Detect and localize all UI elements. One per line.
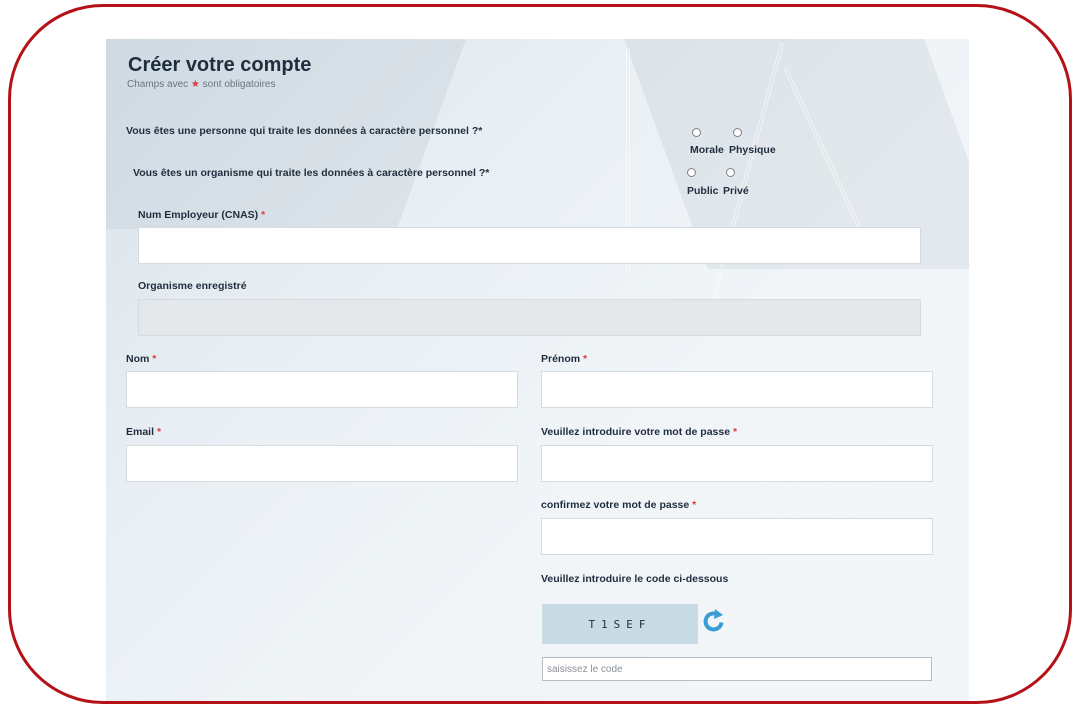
radio-prive[interactable]	[726, 168, 735, 177]
num-employeur-input[interactable]	[138, 227, 921, 264]
nom-label: Nom *	[126, 353, 156, 365]
radio-label-public: Public	[687, 185, 719, 197]
radio-label-prive: Privé	[723, 185, 749, 197]
nom-input[interactable]	[126, 371, 518, 408]
required-star-icon: *	[156, 426, 162, 438]
num-employeur-label-text: Num Employeur (CNAS)	[138, 209, 259, 221]
refresh-icon[interactable]	[701, 608, 727, 634]
password-label-text: Veuillez introduire votre mot de passe	[541, 426, 731, 438]
required-star-icon: ★	[190, 79, 200, 90]
page-title: Créer votre compte	[128, 54, 312, 76]
question-organisme: Vous êtes un organisme qui traite les do…	[133, 167, 490, 179]
required-star-icon: *	[583, 353, 588, 365]
captcha-image: T1SEF	[542, 604, 698, 644]
confirm-password-label: confirmez votre mot de passe *	[541, 499, 696, 511]
confirm-password-label-text: confirmez votre mot de passe	[541, 499, 690, 511]
password-input[interactable]	[541, 445, 933, 482]
registration-form-panel: Créer votre compte Champs avec ★ sont ob…	[106, 39, 969, 701]
radio-physique[interactable]	[733, 128, 742, 137]
radio-label-morale: Morale	[690, 144, 724, 156]
nom-label-text: Nom	[126, 353, 150, 365]
prenom-label: Prénom *	[541, 353, 587, 365]
required-star-icon: *	[732, 426, 738, 438]
captcha-code-input[interactable]	[542, 657, 932, 681]
num-employeur-label: Num Employeur (CNAS) *	[138, 209, 265, 221]
radio-morale[interactable]	[692, 128, 701, 137]
radio-public[interactable]	[687, 168, 696, 177]
password-label: Veuillez introduire votre mot de passe *	[541, 426, 737, 438]
email-label-text: Email	[126, 426, 155, 438]
organisme-enregistre-field	[138, 299, 921, 336]
prenom-label-text: Prénom	[541, 353, 581, 365]
captcha-instructions: Veuillez introduire le code ci-dessous	[541, 573, 729, 585]
subtitle-prefix: Champs avec	[127, 79, 189, 90]
email-label: Email *	[126, 426, 161, 438]
email-input[interactable]	[126, 445, 518, 482]
subtitle-suffix: sont obligatoires	[202, 79, 276, 90]
rounded-frame: Créer votre compte Champs avec ★ sont ob…	[8, 4, 1072, 704]
confirm-password-input[interactable]	[541, 518, 933, 555]
radio-label-physique: Physique	[729, 144, 776, 156]
prenom-input[interactable]	[541, 371, 933, 408]
question-personne: Vous êtes une personne qui traite les do…	[126, 125, 483, 137]
required-fields-note: Champs avec ★ sont obligatoires	[127, 79, 276, 90]
required-star-icon: *	[261, 209, 266, 221]
required-star-icon: *	[692, 499, 697, 511]
organisme-enregistre-label: Organisme enregistré	[138, 280, 247, 292]
required-star-icon: *	[152, 353, 157, 365]
